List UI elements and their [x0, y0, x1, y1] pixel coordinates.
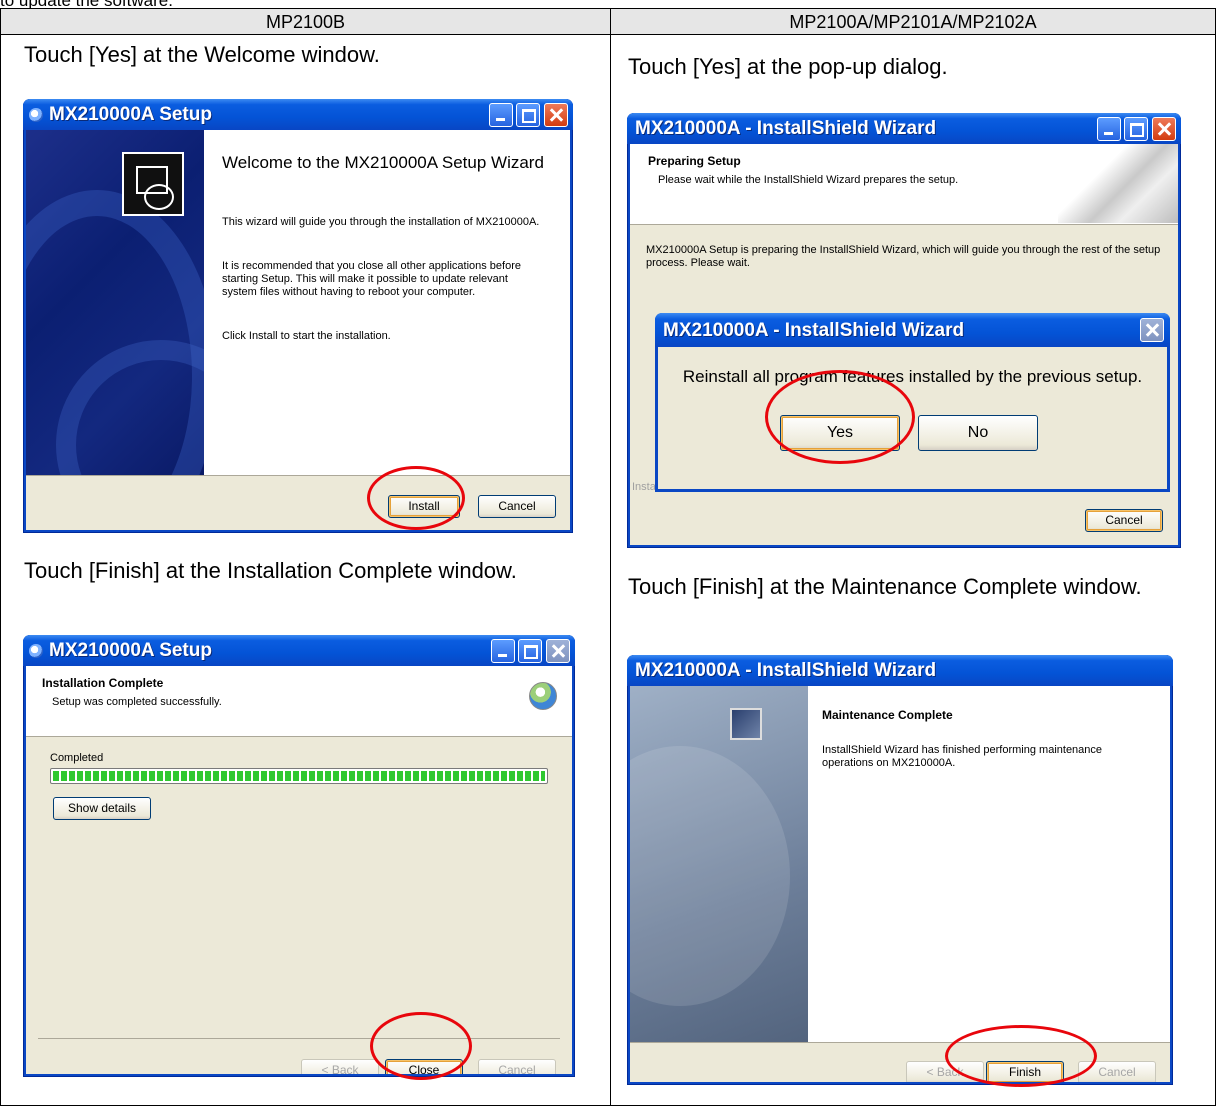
preparing-subheading: Please wait while the InstallShield Wiza…	[658, 174, 959, 186]
maintenance-title: MX210000A - InstallShield Wizard	[635, 660, 937, 681]
maintenance-content: Maintenance Complete InstallShield Wizar…	[808, 686, 1170, 1042]
caption-popup: Touch [Yes] at the pop-up dialog.	[628, 54, 948, 79]
reinstall-popup: MX210000A - InstallShield Wizard Reinsta…	[655, 313, 1170, 492]
popup-title: MX210000A - InstallShield Wizard	[663, 320, 965, 341]
maximize-icon[interactable]	[516, 103, 540, 127]
maintenance-side-banner	[630, 686, 808, 1042]
install-complete-window: MX210000A Setup Installation Complete Se…	[23, 635, 575, 1077]
welcome-titlebar[interactable]: MX210000A Setup	[23, 99, 573, 130]
install-complete-client: Installation Complete Setup was complete…	[26, 666, 572, 1074]
welcome-side-banner	[26, 130, 204, 475]
highlight-finish-ring	[945, 1025, 1097, 1087]
highlight-install-ring	[367, 466, 465, 530]
maximize-icon[interactable]	[1124, 117, 1148, 141]
install-complete-subheading: Setup was completed successfully.	[52, 696, 222, 708]
welcome-title: MX210000A Setup	[49, 104, 212, 125]
progress-bar-fill	[53, 771, 545, 781]
progress-bar	[50, 768, 548, 784]
caption-maintenance-complete: Touch [Finish] at the Maintenance Comple…	[628, 574, 1142, 599]
caption-install-complete: Touch [Finish] at the Installation Compl…	[24, 558, 517, 583]
close-icon[interactable]	[544, 103, 568, 127]
maintenance-heading: Maintenance Complete	[822, 708, 953, 722]
cancel-button[interactable]: Cancel	[1085, 509, 1163, 532]
show-details-button[interactable]: Show details	[53, 797, 151, 820]
welcome-para-2: It is recommended that you close all oth…	[222, 260, 521, 298]
minimize-icon[interactable]	[491, 639, 515, 663]
preparing-heading: Preparing Setup	[648, 154, 741, 168]
maintenance-client: Maintenance Complete InstallShield Wizar…	[630, 686, 1170, 1082]
page-curl-graphic	[1058, 144, 1178, 223]
column-header-mp2100b: MP2100B	[1, 9, 611, 35]
footer-divider	[38, 1038, 560, 1039]
progress-label: Completed	[50, 752, 104, 764]
close-icon[interactable]	[546, 639, 570, 663]
popup-message: Reinstall all program features installed…	[682, 367, 1143, 386]
installshield-icon	[730, 708, 762, 740]
maximize-icon[interactable]	[518, 639, 542, 663]
preparing-body: MX210000A Setup is preparing the Install…	[646, 244, 1161, 269]
welcome-para-3: Click Install to start the installation.	[222, 330, 391, 342]
setup-app-icon	[29, 644, 43, 658]
maintenance-titlebar[interactable]: MX210000A - InstallShield Wizard	[627, 655, 1173, 686]
highlight-close-ring	[370, 1012, 472, 1080]
preparing-client: Preparing Setup Please wait while the In…	[630, 144, 1178, 545]
preparing-window: MX210000A - InstallShield Wizard Prepari…	[627, 113, 1181, 548]
minimize-icon[interactable]	[489, 103, 513, 127]
column-divider	[610, 9, 611, 1105]
preparing-header: Preparing Setup Please wait while the In…	[630, 144, 1178, 225]
welcome-window: MX210000A Setup Welcome to the MX210000A…	[23, 99, 573, 533]
maintenance-body: InstallShield Wizard has finished perfor…	[822, 744, 1103, 769]
close-icon[interactable]	[1152, 117, 1176, 141]
install-complete-header: Installation Complete Setup was complete…	[26, 666, 572, 737]
welcome-content: Welcome to the MX210000A Setup Wizard Th…	[204, 130, 570, 475]
preparing-title: MX210000A - InstallShield Wizard	[635, 118, 937, 139]
cancel-button[interactable]: Cancel	[478, 495, 556, 518]
welcome-para-1: This wizard will guide you through the i…	[222, 216, 540, 228]
back-button: < Back	[301, 1059, 379, 1074]
maintenance-window: MX210000A - InstallShield Wizard Mainten…	[627, 655, 1173, 1085]
install-complete-heading: Installation Complete	[42, 676, 164, 690]
welcome-client: Welcome to the MX210000A Setup Wizard Th…	[26, 130, 570, 530]
caption-welcome: Touch [Yes] at the Welcome window.	[24, 42, 380, 67]
installer-computer-icon	[122, 152, 184, 216]
close-icon[interactable]	[1140, 318, 1164, 342]
welcome-footer: Install Cancel	[26, 475, 570, 530]
minimize-icon[interactable]	[1097, 117, 1121, 141]
globe-icon	[529, 682, 557, 710]
preparing-titlebar[interactable]: MX210000A - InstallShield Wizard	[627, 113, 1181, 144]
no-button[interactable]: No	[918, 415, 1038, 451]
welcome-heading: Welcome to the MX210000A Setup Wizard	[222, 153, 544, 172]
column-header-mp2100a: MP2100A/MP2101A/MP2102A	[611, 9, 1215, 35]
highlight-yes-ring	[765, 370, 915, 464]
cancel-button: Cancel	[478, 1059, 556, 1074]
setup-app-icon	[29, 108, 43, 122]
install-complete-title: MX210000A Setup	[49, 640, 212, 661]
popup-titlebar[interactable]: MX210000A - InstallShield Wizard	[655, 313, 1170, 347]
install-complete-titlebar[interactable]: MX210000A Setup	[23, 635, 575, 666]
